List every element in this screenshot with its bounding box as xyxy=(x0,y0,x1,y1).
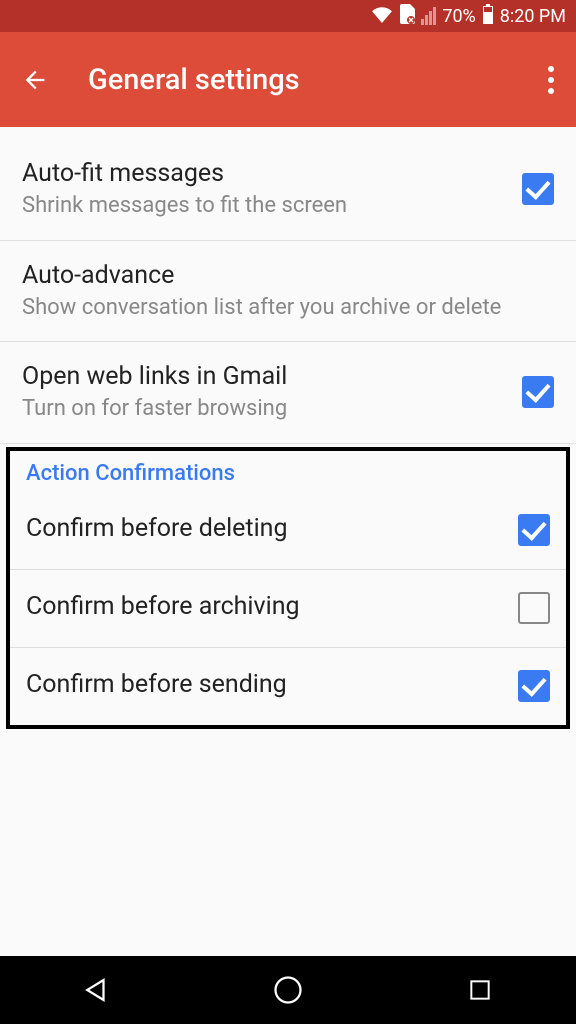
clock-time: 8:20 PM xyxy=(500,6,566,27)
sim-icon xyxy=(399,4,415,29)
confirm-delete-row[interactable]: Confirm before deleting xyxy=(10,492,566,570)
action-confirmations-section: Action Confirmations Confirm before dele… xyxy=(6,447,570,729)
setting-title: Confirm before archiving xyxy=(26,592,506,621)
confirm-delete-checkbox[interactable] xyxy=(518,514,550,546)
setting-subtitle: Shrink messages to fit the screen xyxy=(22,192,510,220)
navigation-bar xyxy=(0,956,576,1024)
setting-open-web-links[interactable]: Open web links in Gmail Turn on for fast… xyxy=(0,342,576,444)
page-title: General settings xyxy=(88,63,300,97)
setting-subtitle: Turn on for faster browsing xyxy=(22,395,510,423)
web-links-checkbox[interactable] xyxy=(522,376,554,408)
setting-subtitle: Show conversation list after you archive… xyxy=(22,294,554,322)
confirm-archive-row[interactable]: Confirm before archiving xyxy=(10,570,566,648)
auto-fit-checkbox[interactable] xyxy=(522,173,554,205)
setting-auto-fit[interactable]: Auto-fit messages Shrink messages to fit… xyxy=(0,139,576,241)
confirm-archive-checkbox[interactable] xyxy=(518,592,550,624)
setting-title: Confirm before deleting xyxy=(26,514,506,543)
setting-auto-advance[interactable]: Auto-advance Show conversation list afte… xyxy=(0,241,576,343)
section-header: Action Confirmations xyxy=(10,451,566,492)
setting-title: Auto-fit messages xyxy=(22,159,510,188)
overflow-menu-button[interactable] xyxy=(548,66,554,94)
back-button[interactable] xyxy=(20,65,50,95)
app-bar: General settings xyxy=(0,32,576,127)
nav-recent-button[interactable] xyxy=(458,968,502,1012)
wifi-icon xyxy=(371,5,393,28)
nav-back-button[interactable] xyxy=(74,968,118,1012)
setting-title: Open web links in Gmail xyxy=(22,362,510,391)
setting-title: Confirm before sending xyxy=(26,670,506,699)
confirm-send-row[interactable]: Confirm before sending xyxy=(10,648,566,725)
confirm-send-checkbox[interactable] xyxy=(518,670,550,702)
battery-icon xyxy=(482,4,494,29)
battery-pct: 70% xyxy=(442,6,475,27)
status-bar: 70% 8:20 PM xyxy=(0,0,576,32)
settings-list: Auto-fit messages Shrink messages to fit… xyxy=(0,127,576,729)
nav-home-button[interactable] xyxy=(266,968,310,1012)
status-icons: 70% 8:20 PM xyxy=(371,4,566,29)
signal-icon xyxy=(421,7,436,25)
setting-title: Auto-advance xyxy=(22,261,554,290)
